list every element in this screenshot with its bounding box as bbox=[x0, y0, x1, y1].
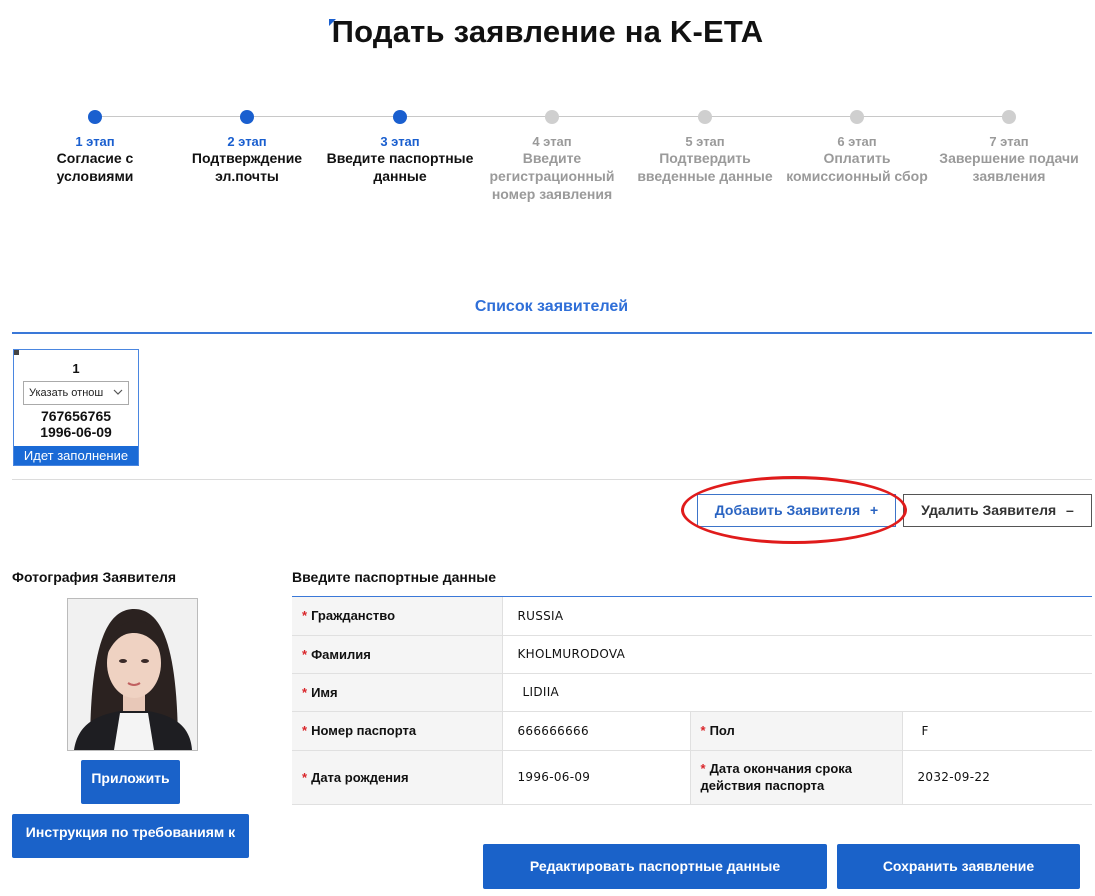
plus-icon: + bbox=[870, 502, 879, 518]
surname-value: KHOLMURODOVA bbox=[501, 635, 1092, 674]
birth-date-label: * Дата рождения bbox=[292, 750, 502, 805]
sex-value: F bbox=[901, 711, 1092, 751]
save-application-button[interactable]: Сохранить заявление bbox=[837, 844, 1080, 889]
step-dot bbox=[1002, 110, 1016, 124]
name-label: * Имя bbox=[292, 673, 502, 712]
step-label: Введите паспортные данные bbox=[326, 150, 474, 184]
step-number: 7 этап bbox=[989, 134, 1029, 149]
table-row: * Дата рождения 1996-06-09 * Дата окончани… bbox=[292, 750, 1092, 805]
step-6: 6 этап Оплатить комиссионный сбор bbox=[781, 110, 933, 185]
table-row: * Имя LIDIIA bbox=[292, 673, 1092, 712]
step-3: 3 этап Введите паспортные данные bbox=[324, 110, 476, 185]
list-divider bbox=[12, 332, 1092, 334]
minus-icon: – bbox=[1066, 502, 1074, 518]
birth-date-value: 1996-06-09 bbox=[501, 750, 690, 805]
step-label: Подтвердить введенные данные bbox=[637, 150, 773, 184]
step-label: Подтверждение эл.почты bbox=[191, 150, 303, 184]
step-dot bbox=[698, 110, 712, 124]
step-dot bbox=[545, 110, 559, 124]
step-dot bbox=[88, 110, 102, 124]
passport-data-table: * Гражданство RUSSIA * Фамилия KHOLMURODOV… bbox=[292, 597, 1092, 805]
delete-applicant-label: Удалить Заявителя bbox=[921, 502, 1057, 518]
sex-label: * Пол bbox=[689, 711, 902, 751]
step-7: 7 этап Завершение подачи заявления bbox=[933, 110, 1085, 185]
chevron-down-icon bbox=[113, 382, 123, 412]
step-number: 6 этап bbox=[837, 134, 877, 149]
table-row: * Гражданство RUSSIA bbox=[292, 597, 1092, 636]
delete-applicant-button[interactable]: Удалить Заявителя – bbox=[903, 494, 1092, 527]
section-divider bbox=[12, 479, 1092, 480]
step-4: 4 этап Введите регистрационный номер зая… bbox=[476, 110, 628, 203]
relation-select-value: Указать отнош bbox=[29, 387, 104, 399]
step-dot bbox=[850, 110, 864, 124]
add-applicant-button[interactable]: Добавить Заявителя + bbox=[697, 494, 896, 527]
name-value: LIDIIA bbox=[501, 673, 1092, 712]
applicant-photo bbox=[67, 598, 198, 751]
photo-section-title: Фотография Заявителя bbox=[12, 569, 177, 585]
step-1: 1 этап Согласие с условиями bbox=[19, 110, 171, 185]
add-applicant-label: Добавить Заявителя bbox=[714, 502, 861, 518]
step-number: 4 этап bbox=[532, 134, 572, 149]
step-dot bbox=[393, 110, 407, 124]
step-progress: 1 этап Согласие с условиями 2 этап Подтв… bbox=[18, 110, 1088, 230]
surname-label: * Фамилия bbox=[292, 635, 502, 674]
expiry-date-label: * Дата окончания срока действия паспорта bbox=[689, 750, 902, 805]
step-5: 5 этап Подтвердить введенные данные bbox=[629, 110, 781, 185]
step-number: 1 этап bbox=[75, 134, 115, 149]
photo-guide-button[interactable]: Инструкция по требованиям к bbox=[12, 814, 249, 858]
step-number: 2 этап bbox=[227, 134, 267, 149]
passport-number-value: 666666666 bbox=[501, 711, 690, 751]
applicant-status-badge: Идет заполнение bbox=[14, 446, 138, 465]
step-label: Согласие с условиями bbox=[56, 150, 134, 184]
step-number: 3 этап bbox=[380, 134, 420, 149]
applicant-card[interactable]: 1 Указать отнош 767656765 1996-06-09 Иде… bbox=[13, 349, 139, 466]
attach-photo-button[interactable]: Приложить bbox=[81, 760, 180, 804]
step-label: Оплатить комиссионный сбор bbox=[786, 150, 928, 184]
passport-number-label: * Номер паспорта bbox=[292, 711, 502, 751]
card-corner-marker bbox=[14, 350, 19, 355]
step-dot bbox=[240, 110, 254, 124]
relation-select[interactable]: Указать отнош bbox=[23, 381, 129, 405]
applicant-birth-date: 1996-06-09 bbox=[40, 424, 112, 440]
applicant-index: 1 bbox=[72, 361, 80, 376]
step-2: 2 этап Подтверждение эл.почты bbox=[171, 110, 323, 185]
step-number: 5 этап bbox=[685, 134, 725, 149]
page-title: Подать заявление на K-ETA bbox=[331, 14, 764, 49]
expiry-date-value: 2032-09-22 bbox=[901, 750, 1092, 805]
citizenship-label: * Гражданство bbox=[292, 597, 502, 636]
step-label: Введите регистрационный номер заявления bbox=[489, 150, 615, 202]
citizenship-value: RUSSIA bbox=[501, 597, 1092, 636]
edit-passport-button[interactable]: Редактировать паспортные данные bbox=[483, 844, 827, 889]
applicants-list-title: Список заявителей bbox=[474, 298, 629, 315]
table-row: * Номер паспорта 666666666 * Пол F bbox=[292, 711, 1092, 751]
table-row: * Фамилия KHOLMURODOVA bbox=[292, 635, 1092, 674]
step-label: Завершение подачи заявления bbox=[939, 150, 1079, 184]
passport-section-title: Введите паспортные данные bbox=[292, 569, 497, 585]
